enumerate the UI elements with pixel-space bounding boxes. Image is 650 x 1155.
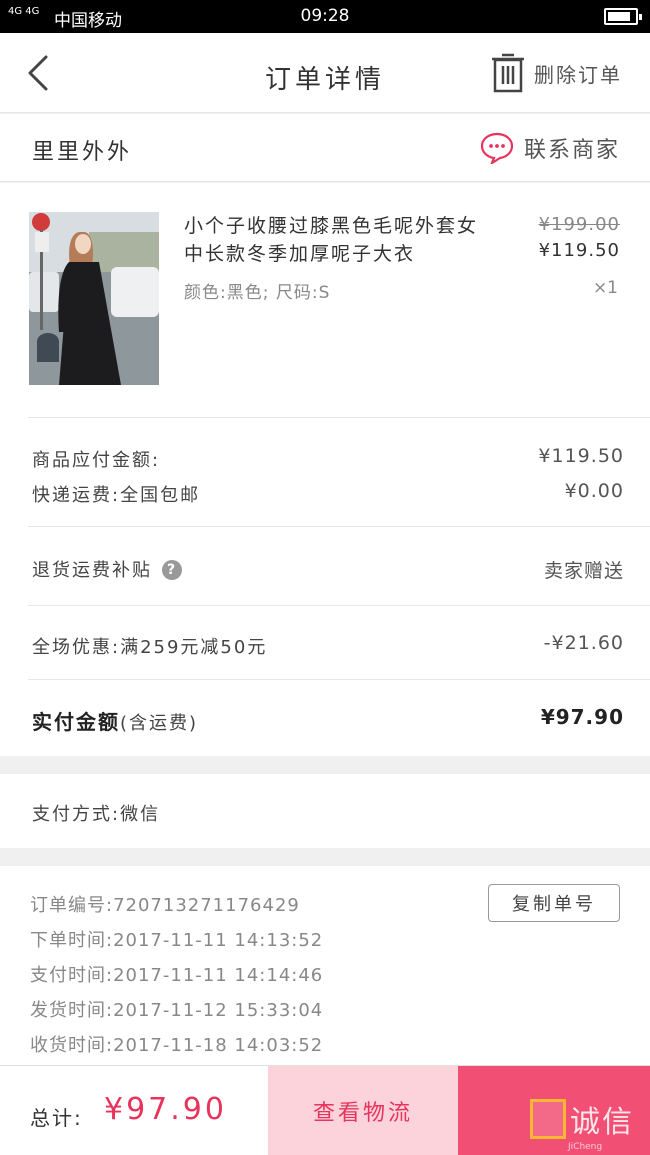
- product-spec: 颜色:黑色; 尺码:S: [184, 283, 331, 303]
- payment-section: 支付方式:微信: [0, 774, 650, 848]
- delete-order-button[interactable]: 删除订单: [490, 51, 622, 95]
- battery-icon: [604, 8, 642, 25]
- divider: [28, 679, 650, 680]
- trash-icon: [492, 53, 524, 93]
- contact-seller-button[interactable]: 联系商家: [480, 130, 620, 166]
- shipping-label: 快递运费:全国包邮: [32, 485, 201, 506]
- order-time: 下单时间:2017-11-11 14:13:52: [30, 930, 324, 951]
- back-button[interactable]: [22, 53, 62, 93]
- paid-amount-row: 实付金额(含运费): [32, 706, 198, 735]
- paid-amount-value: ¥97.90: [540, 705, 624, 729]
- page-header: 订单详情 删除订单: [0, 33, 650, 113]
- ship-time: 发货时间:2017-11-12 15:33:04: [30, 1000, 324, 1021]
- contact-seller-label: 联系商家: [523, 138, 620, 163]
- watermark-text: 诚信: [570, 1105, 634, 1140]
- discount-label: 全场优惠:满259元减50元: [32, 637, 268, 658]
- status-bar: 4G 4G 中国移动 09:28: [0, 0, 650, 33]
- divider: [28, 526, 650, 527]
- paid-amount-label: 实付金额: [32, 710, 120, 734]
- shipping-value: ¥0.00: [564, 480, 624, 502]
- discount-value: -¥21.60: [543, 632, 624, 654]
- watermark-subtext: JiCheng: [568, 1142, 603, 1152]
- return-subsidy-value: 卖家赠送: [543, 560, 624, 582]
- view-logistics-button[interactable]: 查看物流: [268, 1066, 458, 1155]
- receive-time: 收货时间:2017-11-18 14:03:52: [30, 1035, 324, 1056]
- total-label: 总计:: [30, 1106, 83, 1130]
- product-image[interactable]: [29, 212, 159, 385]
- quantity: ×1: [592, 278, 618, 298]
- product-photo: [29, 212, 159, 385]
- pay-time: 支付时间:2017-11-11 14:14:46: [30, 965, 324, 986]
- order-number: 订单编号:720713271176429: [30, 895, 300, 916]
- delete-order-label: 删除订单: [534, 62, 622, 87]
- divider: [28, 605, 650, 606]
- goods-amount-value: ¥119.50: [538, 445, 624, 467]
- return-subsidy-row: 退货运费补贴?: [32, 556, 182, 582]
- divider: [28, 417, 650, 418]
- chat-bubble-icon: [480, 132, 514, 164]
- product-title[interactable]: 小个子收腰过膝黑色毛呢外套女中长款冬季加厚呢子大衣: [184, 212, 494, 268]
- payment-method: 支付方式:微信: [32, 804, 161, 825]
- chevron-left-icon: [28, 55, 48, 91]
- shop-row: 里里外外 联系商家: [0, 114, 650, 182]
- watermark: 诚信: [530, 1094, 634, 1144]
- return-subsidy-label: 退货运费补贴: [32, 560, 152, 581]
- paid-amount-note: (含运费): [120, 713, 199, 734]
- unit-price: ¥119.50: [538, 240, 620, 261]
- copy-order-number-button[interactable]: 复制单号: [488, 884, 620, 922]
- goods-amount-label: 商品应付金额:: [32, 450, 161, 471]
- help-icon[interactable]: ?: [162, 560, 182, 580]
- total-value: ¥97.90: [104, 1092, 227, 1127]
- shop-name[interactable]: 里里外外: [32, 134, 132, 166]
- watermark-logo-icon: [530, 1099, 566, 1139]
- clock: 09:28: [300, 6, 350, 26]
- original-price: ¥199.00: [538, 214, 620, 235]
